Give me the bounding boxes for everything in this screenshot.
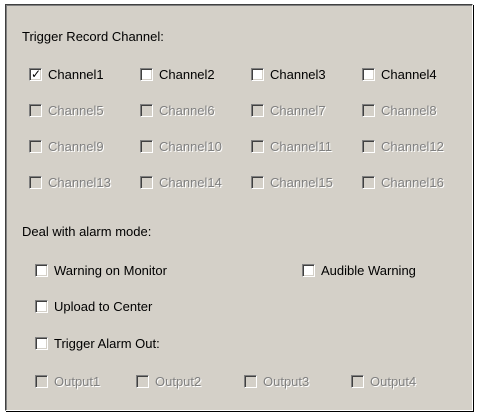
checkbox-box <box>29 139 42 153</box>
checkbox-box <box>362 103 375 117</box>
channel4-label: Channel4 <box>381 66 437 82</box>
output4-checkbox[interactable]: Output4 <box>351 373 416 389</box>
audible-warning-checkbox[interactable]: Audible Warning <box>302 262 416 278</box>
channel2-checkbox[interactable]: Channel2 <box>140 66 215 82</box>
channel12-checkbox[interactable]: Channel12 <box>362 138 444 154</box>
channel5-label: Channel5 <box>48 102 104 118</box>
channel15-checkbox[interactable]: Channel15 <box>251 174 333 190</box>
channel14-label: Channel14 <box>159 174 222 190</box>
channel11-label: Channel11 <box>270 138 332 154</box>
channel11-checkbox[interactable]: Channel11 <box>251 138 332 154</box>
channel9-checkbox[interactable]: Channel9 <box>29 138 104 154</box>
channel13-checkbox[interactable]: Channel13 <box>29 174 111 190</box>
output3-checkbox[interactable]: Output3 <box>244 373 309 389</box>
checkbox-box <box>351 374 364 388</box>
alarm-settings-panel: Trigger Record Channel: ✓ Channel1 Chann… <box>5 4 473 411</box>
output2-label: Output2 <box>155 373 202 389</box>
output3-label: Output3 <box>263 373 310 389</box>
checkbox-box <box>35 299 48 313</box>
checkbox-box <box>140 103 153 117</box>
checkbox-box <box>140 175 153 189</box>
channel15-label: Channel15 <box>270 174 333 190</box>
channel1-label: Channel1 <box>48 66 104 82</box>
channel10-checkbox[interactable]: Channel10 <box>140 138 222 154</box>
checkbox-box <box>29 175 42 189</box>
channel7-label: Channel7 <box>270 102 326 118</box>
channel9-label: Channel9 <box>48 138 104 154</box>
warning-on-monitor-checkbox[interactable]: Warning on Monitor <box>35 262 167 278</box>
channel6-checkbox[interactable]: Channel6 <box>140 102 215 118</box>
channel14-checkbox[interactable]: Channel14 <box>140 174 222 190</box>
channel3-label: Channel3 <box>270 66 326 82</box>
checkbox-box <box>362 139 375 153</box>
checkbox-box <box>244 374 257 388</box>
channel5-checkbox[interactable]: Channel5 <box>29 102 104 118</box>
channel3-checkbox[interactable]: Channel3 <box>251 66 326 82</box>
checkbox-box <box>362 175 375 189</box>
output4-label: Output4 <box>370 373 417 389</box>
checkbox-box <box>35 374 48 388</box>
channel4-checkbox[interactable]: Channel4 <box>362 66 437 82</box>
channel16-checkbox[interactable]: Channel16 <box>362 174 444 190</box>
output2-checkbox[interactable]: Output2 <box>136 373 201 389</box>
checkbox-box <box>251 103 264 117</box>
upload-to-center-checkbox[interactable]: Upload to Center <box>35 298 152 314</box>
checkbox-box <box>140 67 153 81</box>
checkbox-box <box>29 103 42 117</box>
checkmark-icon: ✓ <box>31 66 42 81</box>
audible-warning-label: Audible Warning <box>321 262 416 278</box>
checkbox-box <box>35 336 48 350</box>
checkbox-box <box>251 67 264 81</box>
warning-on-monitor-label: Warning on Monitor <box>54 262 167 278</box>
checkbox-box <box>302 263 315 277</box>
checkbox-box: ✓ <box>29 66 42 81</box>
channel7-checkbox[interactable]: Channel7 <box>251 102 326 118</box>
deal-with-alarm-mode-label: Deal with alarm mode: <box>22 224 152 239</box>
output1-label: Output1 <box>54 373 101 389</box>
channel13-label: Channel13 <box>48 174 111 190</box>
trigger-alarm-out-checkbox[interactable]: Trigger Alarm Out: <box>35 335 160 351</box>
checkbox-box <box>362 67 375 81</box>
checkbox-box <box>136 374 149 388</box>
channel16-label: Channel16 <box>381 174 444 190</box>
upload-to-center-label: Upload to Center <box>54 298 153 314</box>
checkbox-box <box>251 139 264 153</box>
checkbox-box <box>35 263 48 277</box>
channel6-label: Channel6 <box>159 102 215 118</box>
output1-checkbox[interactable]: Output1 <box>35 373 100 389</box>
channel2-label: Channel2 <box>159 66 215 82</box>
checkbox-box <box>140 139 153 153</box>
channel10-label: Channel10 <box>159 138 222 154</box>
channel8-label: Channel8 <box>381 102 437 118</box>
trigger-alarm-out-label: Trigger Alarm Out: <box>54 335 160 351</box>
trigger-record-channel-label: Trigger Record Channel: <box>22 29 164 44</box>
channel1-checkbox[interactable]: ✓ Channel1 <box>29 66 104 82</box>
checkbox-box <box>251 175 264 189</box>
channel8-checkbox[interactable]: Channel8 <box>362 102 437 118</box>
channel12-label: Channel12 <box>381 138 444 154</box>
